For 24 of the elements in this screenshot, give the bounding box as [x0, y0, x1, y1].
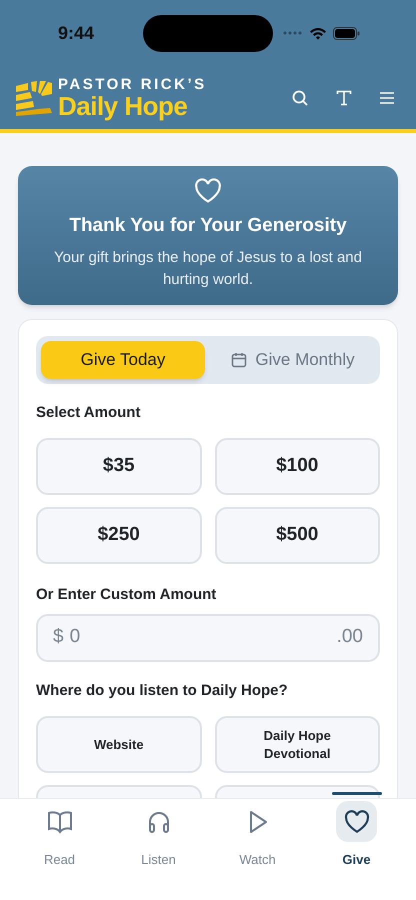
- logo-subtitle: PASTOR RICK’S: [58, 76, 207, 92]
- section-label: Where do you listen to Daily Hope?: [36, 680, 289, 700]
- amount-button[interactable]: $500: [214, 507, 380, 564]
- cents-suffix: .00: [336, 625, 363, 650]
- section-label: Or Enter Custom Amount: [36, 585, 218, 605]
- status-time: 9:44: [57, 22, 94, 44]
- nav-tab[interactable]: Give: [307, 799, 406, 900]
- nav-tab[interactable]: Watch: [208, 799, 307, 900]
- custom-amount-field[interactable]: $ 0 .00: [36, 614, 380, 662]
- logo-title: Daily Hope: [58, 92, 188, 118]
- currency-symbol: $: [53, 625, 64, 650]
- listen-option-button[interactable]: Website: [36, 716, 202, 773]
- nav-tab[interactable]: Read: [10, 799, 109, 900]
- amount-button[interactable]: $35: [36, 438, 202, 495]
- section-label: Select Amount: [36, 402, 142, 422]
- banner-text: Your gift brings the hope of Jesus to a lost and hurting world.: [53, 248, 363, 290]
- banner-title: Thank You for Your Generosity: [69, 214, 347, 238]
- give-tab[interactable]: Give Today: [41, 340, 205, 378]
- amount-button[interactable]: $100: [214, 438, 380, 495]
- nav-tab[interactable]: Listen: [109, 799, 208, 900]
- listen-option-button[interactable]: Daily Hope Devotional: [214, 716, 380, 773]
- placeholder-text: 0: [70, 625, 80, 650]
- amount-button[interactable]: $250: [36, 507, 202, 564]
- give-tab[interactable]: Give Monthly: [211, 340, 375, 378]
